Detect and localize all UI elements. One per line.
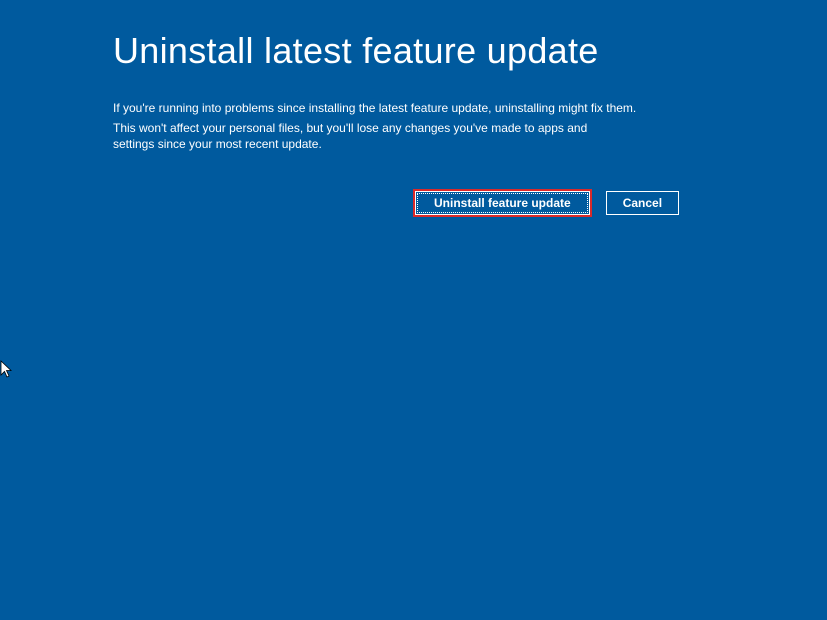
page-title: Uninstall latest feature update <box>113 30 714 72</box>
description-paragraph-2: This won't affect your personal files, b… <box>113 120 593 152</box>
content-area: Uninstall latest feature update If you'r… <box>0 0 827 215</box>
uninstall-feature-update-button[interactable]: Uninstall feature update <box>415 191 590 215</box>
description-paragraph-1: If you're running into problems since in… <box>113 100 714 116</box>
cursor-icon <box>0 360 14 378</box>
cancel-button[interactable]: Cancel <box>606 191 679 215</box>
button-row: Uninstall feature update Cancel <box>113 191 714 215</box>
